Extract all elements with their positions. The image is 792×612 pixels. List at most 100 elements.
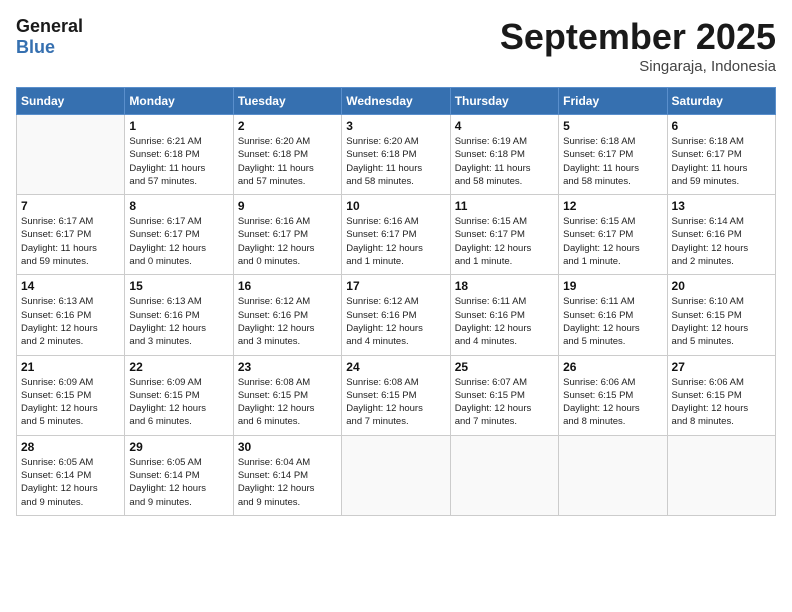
calendar-cell: 2 Sunrise: 6:20 AMSunset: 6:18 PMDaylight… [233,115,341,195]
day-number: 20 [672,279,771,293]
week-row-5: 28Sunrise: 6:05 AMSunset: 6:14 PMDayligh… [17,435,776,515]
day-info: Sunrise: 6:06 AMSunset: 6:15 PMDaylight:… [563,376,662,429]
month-title: September 2025 [500,16,776,58]
day-number: 16 [238,279,337,293]
day-info: Sunrise: 6:15 AMSunset: 6:17 PMDaylight:… [563,215,662,268]
logo-general: General [16,16,83,36]
day-info: Sunrise: 6:10 AMSunset: 6:15 PMDaylight:… [672,295,771,348]
calendar-cell: 22 Sunrise: 6:09 AMSunset: 6:15 PMDayligh… [125,355,233,435]
calendar-cell: 15 Sunrise: 6:13 AMSunset: 6:16 PMDayligh… [125,275,233,355]
calendar-cell: 18 Sunrise: 6:11 AMSunset: 6:16 PMDayligh… [450,275,558,355]
calendar-cell [667,435,775,515]
calendar-cell: 28Sunrise: 6:05 AMSunset: 6:14 PMDayligh… [17,435,125,515]
day-info: Sunrise: 6:19 AMSunset: 6:18 PMDaylight:… [455,135,554,188]
day-info: Sunrise: 6:05 AMSunset: 6:14 PMDaylight:… [129,456,228,509]
calendar-cell: 29 Sunrise: 6:05 AMSunset: 6:14 PMDayligh… [125,435,233,515]
day-info: Sunrise: 6:13 AMSunset: 6:16 PMDaylight:… [21,295,120,348]
day-number: 29 [129,440,228,454]
calendar-cell: 26 Sunrise: 6:06 AMSunset: 6:15 PMDayligh… [559,355,667,435]
day-number: 12 [563,199,662,213]
logo-blue: Blue [16,37,55,57]
day-info: Sunrise: 6:14 AMSunset: 6:16 PMDaylight:… [672,215,771,268]
day-number: 21 [21,360,120,374]
calendar-cell: 27Sunrise: 6:06 AMSunset: 6:15 PMDayligh… [667,355,775,435]
day-number: 2 [238,119,337,133]
calendar-cell: 1 Sunrise: 6:21 AMSunset: 6:18 PMDaylight… [125,115,233,195]
day-number: 14 [21,279,120,293]
col-header-thursday: Thursday [450,88,558,115]
day-info: Sunrise: 6:18 AMSunset: 6:17 PMDaylight:… [563,135,662,188]
calendar-cell: 10 Sunrise: 6:16 AMSunset: 6:17 PMDayligh… [342,195,450,275]
calendar-cell: 23 Sunrise: 6:08 AMSunset: 6:15 PMDayligh… [233,355,341,435]
day-info: Sunrise: 6:09 AMSunset: 6:15 PMDaylight:… [21,376,120,429]
day-info: Sunrise: 6:21 AMSunset: 6:18 PMDaylight:… [129,135,228,188]
calendar-cell: 17 Sunrise: 6:12 AMSunset: 6:16 PMDayligh… [342,275,450,355]
day-number: 15 [129,279,228,293]
day-info: Sunrise: 6:18 AMSunset: 6:17 PMDaylight:… [672,135,771,188]
week-row-4: 21 Sunrise: 6:09 AMSunset: 6:15 PMDayligh… [17,355,776,435]
day-number: 25 [455,360,554,374]
logo-text-block: General Blue [16,16,83,57]
day-number: 22 [129,360,228,374]
day-info: Sunrise: 6:13 AMSunset: 6:16 PMDaylight:… [129,295,228,348]
calendar-cell: 14 Sunrise: 6:13 AMSunset: 6:16 PMDayligh… [17,275,125,355]
day-info: Sunrise: 6:20 AMSunset: 6:18 PMDaylight:… [238,135,337,188]
col-header-sunday: Sunday [17,88,125,115]
logo: General Blue [16,16,85,57]
day-info: Sunrise: 6:11 AMSunset: 6:16 PMDaylight:… [563,295,662,348]
calendar-cell: 6 Sunrise: 6:18 AMSunset: 6:17 PMDaylight… [667,115,775,195]
calendar-cell: 19 Sunrise: 6:11 AMSunset: 6:16 PMDayligh… [559,275,667,355]
calendar-cell: 16 Sunrise: 6:12 AMSunset: 6:16 PMDayligh… [233,275,341,355]
day-number: 10 [346,199,445,213]
day-number: 13 [672,199,771,213]
page-header: General Blue September 2025 Singaraja, I… [16,16,776,75]
day-number: 11 [455,199,554,213]
calendar-header-row: SundayMondayTuesdayWednesdayThursdayFrid… [17,88,776,115]
week-row-1: 1 Sunrise: 6:21 AMSunset: 6:18 PMDaylight… [17,115,776,195]
calendar-cell: 9Sunrise: 6:16 AMSunset: 6:17 PMDaylight… [233,195,341,275]
calendar-cell: 12 Sunrise: 6:15 AMSunset: 6:17 PMDayligh… [559,195,667,275]
calendar-cell: 5 Sunrise: 6:18 AMSunset: 6:17 PMDaylight… [559,115,667,195]
day-info: Sunrise: 6:11 AMSunset: 6:16 PMDaylight:… [455,295,554,348]
day-info: Sunrise: 6:16 AMSunset: 6:17 PMDaylight:… [238,215,337,268]
day-info: Sunrise: 6:17 AMSunset: 6:17 PMDaylight:… [21,215,120,268]
day-info: Sunrise: 6:08 AMSunset: 6:15 PMDaylight:… [238,376,337,429]
day-info: Sunrise: 6:04 AMSunset: 6:14 PMDaylight:… [238,456,337,509]
day-number: 26 [563,360,662,374]
day-number: 23 [238,360,337,374]
col-header-friday: Friday [559,88,667,115]
calendar-cell [450,435,558,515]
calendar-cell: 7Sunrise: 6:17 AMSunset: 6:17 PMDaylight… [17,195,125,275]
calendar-cell: 3Sunrise: 6:20 AMSunset: 6:18 PMDaylight… [342,115,450,195]
calendar-cell [342,435,450,515]
calendar-cell: 21 Sunrise: 6:09 AMSunset: 6:15 PMDayligh… [17,355,125,435]
day-number: 3 [346,119,445,133]
col-header-wednesday: Wednesday [342,88,450,115]
day-number: 1 [129,119,228,133]
calendar-body: 1 Sunrise: 6:21 AMSunset: 6:18 PMDaylight… [17,115,776,516]
day-number: 5 [563,119,662,133]
calendar-cell [17,115,125,195]
calendar-table: SundayMondayTuesdayWednesdayThursdayFrid… [16,87,776,516]
location: Singaraja, Indonesia [500,58,776,75]
day-info: Sunrise: 6:08 AMSunset: 6:15 PMDaylight:… [346,376,445,429]
col-header-monday: Monday [125,88,233,115]
day-info: Sunrise: 6:16 AMSunset: 6:17 PMDaylight:… [346,215,445,268]
col-header-saturday: Saturday [667,88,775,115]
day-number: 24 [346,360,445,374]
day-info: Sunrise: 6:12 AMSunset: 6:16 PMDaylight:… [238,295,337,348]
calendar-cell: 30Sunrise: 6:04 AMSunset: 6:14 PMDayligh… [233,435,341,515]
title-block: September 2025 Singaraja, Indonesia [500,16,776,75]
day-info: Sunrise: 6:15 AMSunset: 6:17 PMDaylight:… [455,215,554,268]
logo-container: General Blue [16,16,85,57]
day-number: 19 [563,279,662,293]
day-number: 6 [672,119,771,133]
day-number: 18 [455,279,554,293]
day-info: Sunrise: 6:09 AMSunset: 6:15 PMDaylight:… [129,376,228,429]
day-info: Sunrise: 6:17 AMSunset: 6:17 PMDaylight:… [129,215,228,268]
day-number: 17 [346,279,445,293]
day-number: 27 [672,360,771,374]
calendar-cell: 20 Sunrise: 6:10 AMSunset: 6:15 PMDayligh… [667,275,775,355]
day-info: Sunrise: 6:12 AMSunset: 6:16 PMDaylight:… [346,295,445,348]
week-row-2: 7Sunrise: 6:17 AMSunset: 6:17 PMDaylight… [17,195,776,275]
